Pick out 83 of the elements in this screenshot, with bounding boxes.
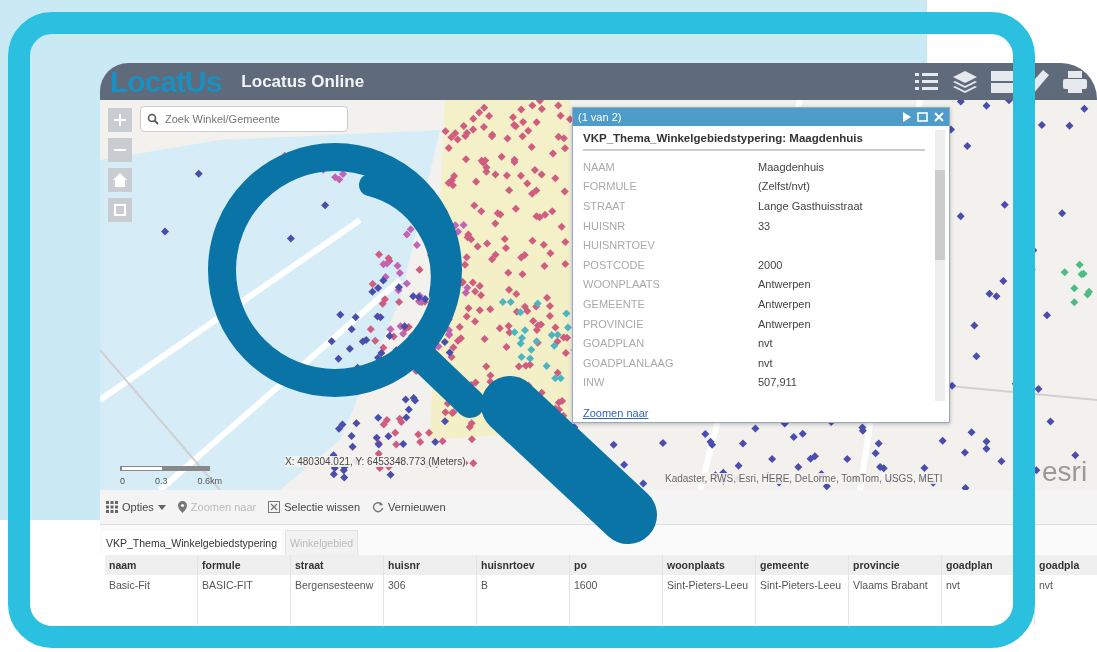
- field-label: HUISNR: [583, 219, 627, 232]
- scale-label: 0.3: [155, 476, 168, 486]
- column-header[interactable]: naam: [105, 555, 198, 575]
- field-value: nvt: [758, 337, 773, 350]
- table-cell: Sint-Pieters-Leeu: [756, 575, 849, 625]
- column-header[interactable]: po: [570, 555, 663, 575]
- field-value: Antwerpen: [758, 317, 811, 330]
- toolbar-button[interactable]: Opties: [106, 501, 166, 513]
- popup-counter: (1 van 2): [578, 111, 622, 123]
- field-value: nvt: [758, 356, 773, 369]
- field-label: GEMEENTE: [583, 297, 646, 310]
- logo: LocatUs: [110, 64, 222, 99]
- field-value: (Zelfst/nvt): [758, 180, 810, 193]
- popup-heading: VKP_Thema_Winkelgebiedstypering: Maagdenhuis: [583, 132, 925, 151]
- field-value: Maagdenhuis: [758, 160, 825, 173]
- field-value: 2000: [758, 258, 783, 271]
- column-header[interactable]: formule: [198, 555, 291, 575]
- search-field[interactable]: Zoek Winkel/Gemeente: [140, 106, 348, 132]
- printer-icon[interactable]: [1063, 70, 1087, 93]
- locate-button[interactable]: [108, 198, 132, 222]
- scrollbar[interactable]: [935, 130, 945, 401]
- grid-icon[interactable]: [991, 70, 1013, 93]
- caret-icon: [157, 504, 166, 510]
- column-header[interactable]: provincie: [849, 555, 942, 575]
- zoom-in-button[interactable]: [108, 108, 132, 132]
- zoom-out-button[interactable]: [108, 138, 132, 162]
- home-icon: [113, 173, 127, 187]
- field-label: NAAM: [583, 160, 616, 173]
- field-label: GOADPLAN: [583, 337, 646, 350]
- field-label: FORMULE: [583, 180, 638, 193]
- zoom-link[interactable]: Zoomen naar: [573, 405, 949, 422]
- square-icon: [114, 204, 126, 216]
- table-cell: 1600: [570, 575, 663, 625]
- field-label: POSTCODE: [583, 258, 646, 271]
- field-value: 507,911: [758, 376, 797, 389]
- coordinates-text: X: 480304.021, Y: 6453348.773 (Meters): [285, 456, 466, 467]
- table-cell: 306: [384, 575, 477, 625]
- esri-logo: esri: [1042, 456, 1088, 488]
- table-cell: BASIC-FIT: [198, 575, 291, 625]
- field-value: Antwerpen: [758, 278, 811, 291]
- column-header[interactable]: goadplan: [942, 555, 1035, 575]
- attribution-text: Kadaster, RWS, Esri, HERE, DeLorme, TomTom, USGS, METI: [665, 473, 943, 484]
- plus-icon: [114, 114, 126, 126]
- scale-label: 0.6km: [197, 476, 223, 486]
- layers-icon[interactable]: [953, 70, 977, 93]
- column-header[interactable]: gemeente: [756, 555, 849, 575]
- clear-selection-icon: [268, 501, 281, 513]
- toolbar-button[interactable]: Selectie wissen: [268, 501, 361, 513]
- field-label: INW: [583, 376, 606, 389]
- column-header[interactable]: huisnrtoev: [477, 555, 570, 575]
- table-cell: Basic-Fit: [105, 575, 198, 625]
- field-label: PROVINCIE: [583, 317, 645, 330]
- field-label: WOONPLAATS: [583, 278, 661, 291]
- maximize-icon[interactable]: [917, 112, 928, 122]
- search-icon: [147, 113, 159, 125]
- field-label: HUISNRTOEV: [583, 239, 656, 252]
- table-cell: Sint-Pieters-Leeu: [663, 575, 756, 625]
- field-value: Lange Gasthuisstraat: [758, 200, 863, 212]
- column-header[interactable]: woonplaats: [663, 555, 756, 575]
- toolbar-button[interactable]: Vernieuwen: [372, 501, 446, 513]
- column-header[interactable]: huisnr: [384, 555, 477, 575]
- column-header[interactable]: goadpla: [1035, 555, 1097, 575]
- list-icon[interactable]: [915, 71, 939, 92]
- pin-icon: [177, 501, 187, 513]
- table-cell: nvt: [1035, 575, 1097, 625]
- field-value: 33: [758, 219, 771, 232]
- scale-label: 0: [120, 476, 125, 486]
- field-label: STRAAT: [583, 200, 627, 212]
- field-label: GOADPLANLAAG: [583, 356, 675, 369]
- field-value: Antwerpen: [758, 297, 811, 310]
- column-header[interactable]: straat: [291, 555, 384, 575]
- grid-icon: [106, 501, 118, 513]
- home-button[interactable]: [108, 168, 132, 192]
- refresh-icon: [372, 501, 385, 513]
- next-icon[interactable]: [903, 112, 911, 122]
- tab[interactable]: VKP_Thema_Winkelgebiedstypering: [102, 531, 281, 555]
- table-cell: Bergensesteenw: [291, 575, 384, 625]
- app-title: Locatus Online: [241, 71, 365, 92]
- close-icon[interactable]: [934, 112, 944, 122]
- table-cell: nvt: [942, 575, 1035, 625]
- scale-bar-icon: [120, 466, 210, 472]
- table-cell: Vlaams Brabant: [849, 575, 942, 625]
- table-cell: B: [477, 575, 570, 625]
